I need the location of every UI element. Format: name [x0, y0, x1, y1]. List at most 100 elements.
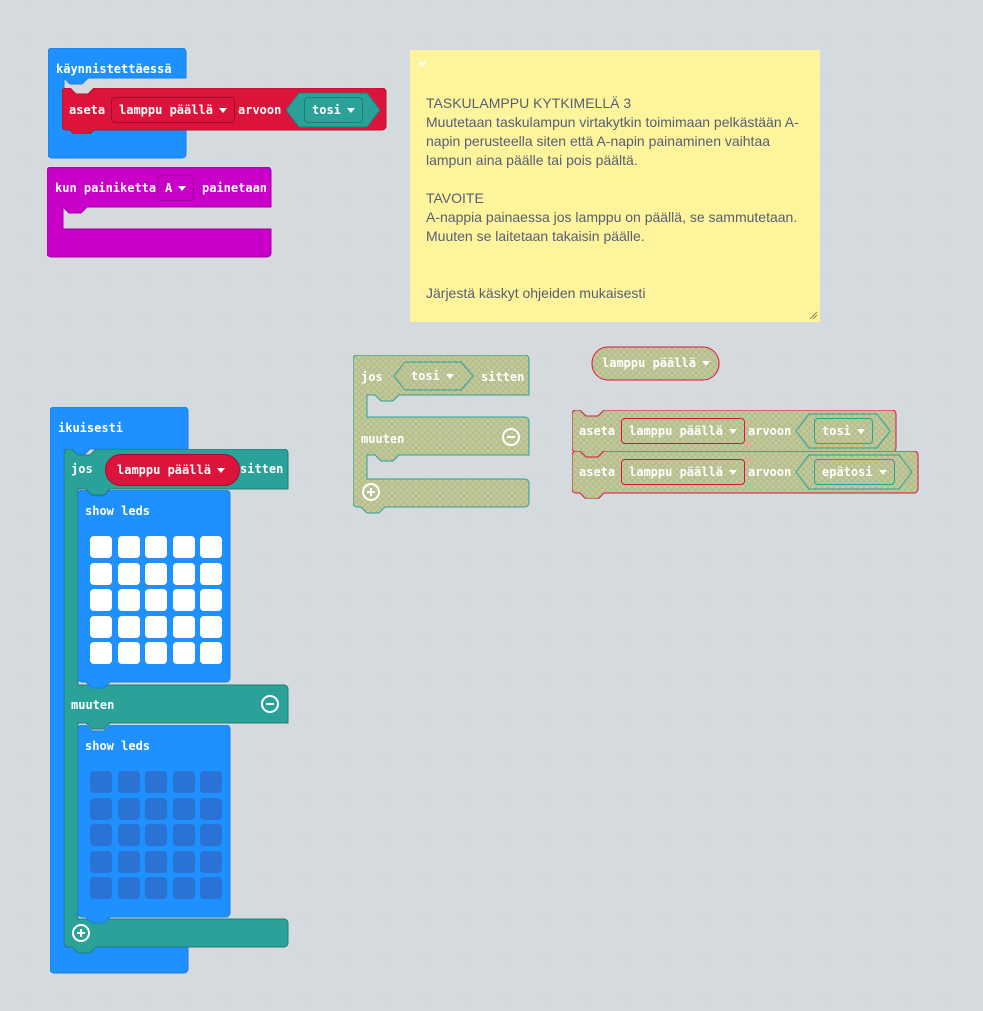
- led-cell[interactable]: [172, 536, 195, 558]
- led-cell[interactable]: [145, 771, 167, 793]
- loose-set-label-1: aseta: [579, 424, 616, 438]
- led-cell[interactable]: [145, 877, 167, 899]
- on-start-label: käynnistettäessä: [56, 62, 172, 76]
- led-cell[interactable]: [172, 589, 195, 611]
- led-cell[interactable]: [172, 877, 195, 899]
- led-cell[interactable]: [90, 877, 112, 899]
- led-cell[interactable]: [172, 797, 195, 820]
- loose-condition-label: tosi: [411, 369, 454, 383]
- led-cell[interactable]: [90, 536, 112, 558]
- led-cell[interactable]: [90, 771, 112, 793]
- led-cell[interactable]: [172, 562, 195, 585]
- led-cell[interactable]: [200, 562, 222, 585]
- if-label: jos: [71, 462, 93, 476]
- loose-variable-dropdown-1[interactable]: lamppu päällä: [621, 418, 745, 444]
- button-dropdown-label: A: [165, 181, 173, 195]
- led-cell[interactable]: [117, 536, 140, 558]
- led-cell[interactable]: [172, 642, 195, 664]
- then-label: sitten: [240, 462, 284, 476]
- led-cell[interactable]: [200, 824, 222, 846]
- button-dropdown[interactable]: A: [157, 175, 195, 201]
- led-cell[interactable]: [90, 562, 112, 585]
- led-cell[interactable]: [90, 615, 112, 638]
- led-cell[interactable]: [200, 589, 222, 611]
- condition-variable-block[interactable]: lamppu päällä: [105, 454, 240, 486]
- led-cell[interactable]: [145, 536, 167, 558]
- remove-else-icon[interactable]: [502, 428, 520, 446]
- else-label: muuten: [71, 698, 115, 712]
- forever-label: ikuisesti: [58, 421, 124, 435]
- led-cell[interactable]: [200, 797, 222, 820]
- loose-to-label-2: arvoon: [748, 465, 792, 479]
- loose-variable-dropdown-label-2: lamppu päällä: [629, 465, 723, 479]
- loose-boolean-dropdown-label-2: epätosi: [822, 465, 873, 479]
- led-cell[interactable]: [117, 562, 140, 585]
- collapse-note-icon[interactable]: [418, 62, 426, 67]
- variable-dropdown-label: lamppu päällä: [119, 103, 213, 117]
- comment-note[interactable]: TASKULAMPPU KYTKIMELLÄ 3 Muutetaan tasku…: [410, 50, 820, 322]
- led-cell[interactable]: [172, 824, 195, 846]
- loose-condition-text: tosi: [411, 369, 440, 383]
- loose-set-label-2: aseta: [579, 465, 616, 479]
- loose-then-label: sitten: [481, 370, 525, 384]
- led-cell[interactable]: [172, 615, 195, 638]
- chevron-down-icon: [878, 470, 887, 475]
- led-cell[interactable]: [200, 771, 222, 793]
- led-cell[interactable]: [145, 642, 167, 664]
- chevron-down-icon[interactable]: [701, 361, 710, 366]
- led-cell[interactable]: [145, 797, 167, 820]
- loose-boolean-dropdown-label-1: tosi: [822, 424, 851, 438]
- loose-boolean-dropdown-2[interactable]: epätosi: [814, 459, 895, 485]
- led-cell[interactable]: [145, 824, 167, 846]
- led-cell[interactable]: [117, 824, 140, 846]
- loose-if-label: jos: [361, 370, 383, 384]
- chevron-down-icon: [218, 108, 227, 113]
- led-cell[interactable]: [200, 877, 222, 899]
- set-label: aseta: [69, 103, 106, 117]
- led-cell[interactable]: [172, 771, 195, 793]
- chevron-down-icon: [346, 108, 355, 113]
- chevron-down-icon[interactable]: [445, 374, 454, 379]
- led-cell[interactable]: [117, 771, 140, 793]
- led-cell[interactable]: [145, 615, 167, 638]
- led-cell[interactable]: [90, 850, 112, 873]
- chevron-down-icon: [216, 468, 225, 473]
- led-cell[interactable]: [117, 589, 140, 611]
- resize-handle-icon[interactable]: [808, 310, 818, 320]
- loose-else-label: muuten: [361, 432, 405, 446]
- led-cell[interactable]: [90, 824, 112, 846]
- led-cell[interactable]: [200, 536, 222, 558]
- add-elseif-icon[interactable]: [72, 924, 90, 942]
- variable-dropdown[interactable]: lamppu päällä: [111, 97, 235, 123]
- led-cell[interactable]: [117, 615, 140, 638]
- led-cell[interactable]: [200, 850, 222, 873]
- led-cell[interactable]: [200, 642, 222, 664]
- led-cell[interactable]: [117, 642, 140, 664]
- led-cell[interactable]: [145, 850, 167, 873]
- led-cell[interactable]: [90, 642, 112, 664]
- led-cell[interactable]: [145, 589, 167, 611]
- loose-variable-dropdown-label-1: lamppu päällä: [629, 424, 723, 438]
- button-block-label: kun painiketta: [55, 181, 157, 195]
- show-leds-label-2: show leds: [85, 739, 151, 753]
- loose-boolean-dropdown-1[interactable]: tosi: [814, 418, 873, 444]
- led-cell[interactable]: [145, 562, 167, 585]
- condition-variable-label: lamppu päällä: [117, 463, 211, 477]
- led-cell[interactable]: [117, 797, 140, 820]
- loose-to-label-1: arvoon: [748, 424, 792, 438]
- boolean-dropdown-label: tosi: [312, 103, 341, 117]
- loose-variable-dropdown-2[interactable]: lamppu päällä: [621, 459, 745, 485]
- remove-else-icon[interactable]: [261, 695, 279, 713]
- chevron-down-icon: [178, 186, 187, 191]
- led-cell[interactable]: [117, 877, 140, 899]
- to-label: arvoon: [238, 103, 282, 117]
- button-block-suffix: painetaan: [202, 181, 268, 195]
- led-cell[interactable]: [90, 797, 112, 820]
- note-text: TASKULAMPPU KYTKIMELLÄ 3 Muutetaan tasku…: [426, 95, 799, 301]
- add-elseif-icon[interactable]: [362, 483, 380, 501]
- led-cell[interactable]: [117, 850, 140, 873]
- led-cell[interactable]: [172, 850, 195, 873]
- led-cell[interactable]: [200, 615, 222, 638]
- boolean-dropdown[interactable]: tosi: [304, 97, 363, 123]
- led-cell[interactable]: [90, 589, 112, 611]
